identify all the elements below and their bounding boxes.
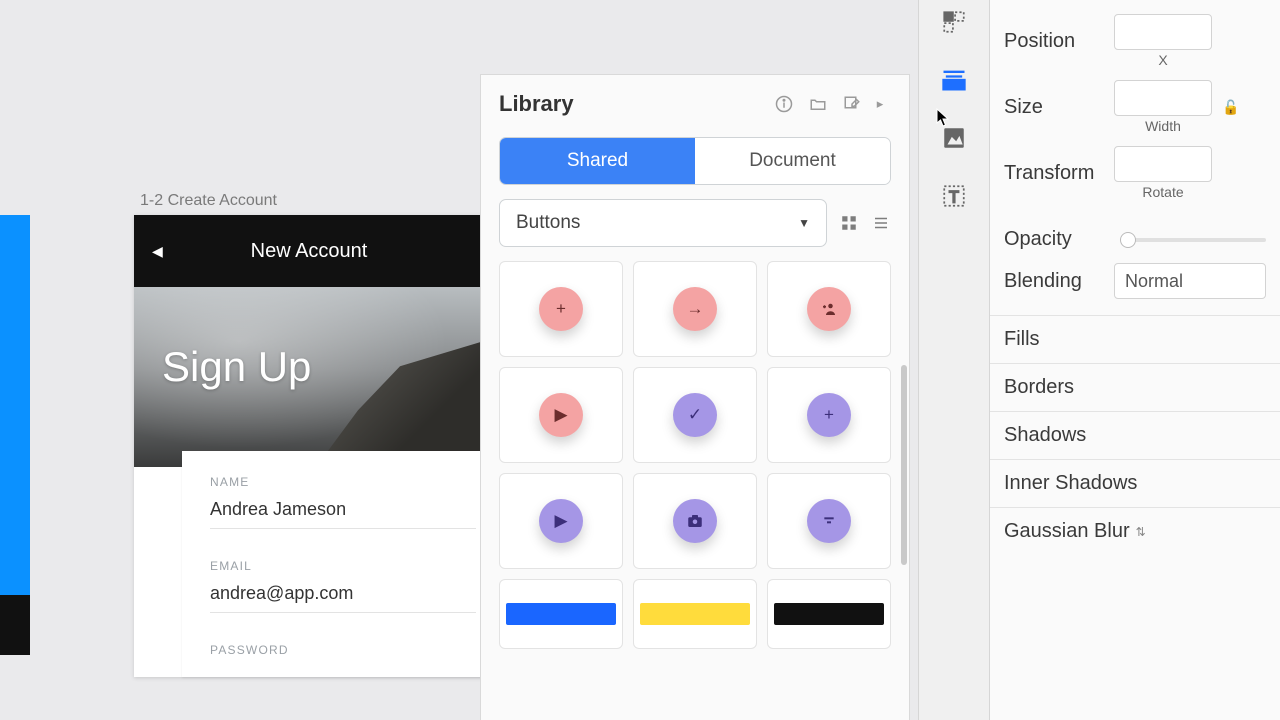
blending-value: Normal	[1125, 271, 1183, 292]
name-label: NAME	[210, 475, 476, 489]
inspector-panel: Position X Size Width 🔓 Transform Rotate…	[990, 0, 1280, 720]
align-tool[interactable]	[936, 4, 972, 40]
tab-document[interactable]: Document	[695, 138, 890, 184]
filter-icon	[807, 499, 851, 543]
shadows-section[interactable]: Shadows	[990, 411, 1280, 459]
component-tile[interactable]: →	[633, 261, 757, 357]
component-tile[interactable]	[767, 261, 891, 357]
email-field: EMAIL andrea@app.com	[210, 559, 476, 613]
blending-row: Blending Normal	[990, 257, 1280, 305]
transform-label: Transform	[1004, 162, 1104, 185]
slider-knob[interactable]	[1120, 232, 1136, 248]
camera-icon	[673, 499, 717, 543]
library-titlebar: Library ▸	[481, 75, 909, 127]
size-width-sublabel: Width	[1145, 118, 1181, 134]
rotate-sublabel: Rotate	[1142, 184, 1183, 200]
fills-section[interactable]: Fills	[990, 315, 1280, 363]
component-tile[interactable]: ✓	[633, 367, 757, 463]
play-icon: ▶	[539, 499, 583, 543]
caret-down-icon: ▼	[798, 216, 810, 230]
component-tile[interactable]	[633, 579, 757, 649]
library-title: Library	[499, 91, 761, 117]
library-tool[interactable]	[936, 62, 972, 98]
component-tile[interactable]: +	[499, 261, 623, 357]
opacity-label: Opacity	[1004, 228, 1104, 251]
position-row: Position X	[990, 8, 1280, 74]
size-row: Size Width 🔓	[990, 74, 1280, 140]
component-tile[interactable]: ▶	[499, 473, 623, 569]
scrollbar[interactable]	[901, 365, 907, 565]
chevron-right-icon[interactable]: ▸	[869, 93, 891, 115]
opacity-row: Opacity	[990, 222, 1280, 257]
component-tile[interactable]: +	[767, 367, 891, 463]
add-person-icon	[807, 287, 851, 331]
folder-icon[interactable]	[807, 93, 829, 115]
artboard-selection-edge	[0, 215, 30, 655]
header-title: New Account	[152, 240, 466, 263]
grid-view-button[interactable]	[839, 213, 859, 233]
component-tile[interactable]	[499, 579, 623, 649]
position-label: Position	[1004, 30, 1104, 53]
component-tile[interactable]: ▶	[499, 367, 623, 463]
category-dropdown[interactable]: Buttons ▼	[499, 199, 827, 247]
transform-row: Transform Rotate	[990, 140, 1280, 206]
panel-tool-strip: T	[918, 0, 990, 720]
gaussian-blur-label: Gaussian Blur	[1004, 520, 1130, 543]
lock-icon[interactable]: 🔓	[1222, 99, 1239, 116]
library-panel: Library ▸ Shared Document Buttons ▼ + → …	[480, 74, 910, 720]
cursor-icon	[936, 108, 950, 128]
back-icon: ◀	[152, 243, 163, 260]
svg-text:T: T	[949, 189, 959, 207]
artboard: ◀ New Account Sign Up NAME Andrea Jameso…	[134, 215, 484, 677]
info-icon[interactable]	[773, 93, 795, 115]
hero-heading: Sign Up	[162, 343, 311, 391]
inner-shadows-section[interactable]: Inner Shadows	[990, 459, 1280, 507]
library-tabs: Shared Document	[499, 137, 891, 185]
borders-section[interactable]: Borders	[990, 363, 1280, 411]
blending-select[interactable]: Normal	[1114, 263, 1266, 299]
button-bar-black	[774, 603, 884, 625]
plus-icon: +	[807, 393, 851, 437]
dropdown-value: Buttons	[516, 212, 580, 234]
size-label: Size	[1004, 96, 1104, 119]
check-icon: ✓	[673, 393, 717, 437]
plus-icon: +	[539, 287, 583, 331]
tab-shared[interactable]: Shared	[500, 138, 695, 184]
gaussian-blur-section[interactable]: Gaussian Blur ⇅	[990, 507, 1280, 555]
position-x-input[interactable]	[1114, 14, 1212, 50]
component-grid: + → ▶ ✓ + ▶	[481, 261, 909, 667]
opacity-slider[interactable]	[1120, 238, 1266, 242]
component-tile[interactable]	[633, 473, 757, 569]
updown-icon[interactable]: ⇅	[1136, 525, 1146, 539]
component-tile[interactable]	[767, 579, 891, 649]
size-width-input[interactable]	[1114, 80, 1212, 116]
form-card: NAME Andrea Jameson EMAIL andrea@app.com…	[182, 451, 504, 677]
password-label: PASSWORD	[210, 643, 476, 657]
library-filter-row: Buttons ▼	[499, 199, 891, 247]
password-field: PASSWORD	[210, 643, 476, 657]
artboard-edge-dark	[0, 595, 30, 655]
app-header: ◀ New Account	[134, 215, 484, 287]
blending-label: Blending	[1004, 270, 1104, 293]
position-x-sublabel: X	[1158, 52, 1167, 68]
email-label: EMAIL	[210, 559, 476, 573]
component-tile[interactable]	[767, 473, 891, 569]
button-bar-blue	[506, 603, 616, 625]
arrow-right-icon: →	[673, 287, 717, 331]
email-value: andrea@app.com	[210, 583, 476, 613]
name-field: NAME Andrea Jameson	[210, 475, 476, 529]
hero-image: Sign Up	[134, 287, 484, 467]
text-tool[interactable]: T	[936, 178, 972, 214]
play-icon: ▶	[539, 393, 583, 437]
artboard-title[interactable]: 1-2 Create Account	[140, 192, 277, 210]
edit-icon[interactable]	[841, 93, 863, 115]
name-value: Andrea Jameson	[210, 499, 476, 529]
button-bar-yellow	[640, 603, 750, 625]
rotate-input[interactable]	[1114, 146, 1212, 182]
list-view-button[interactable]	[871, 213, 891, 233]
